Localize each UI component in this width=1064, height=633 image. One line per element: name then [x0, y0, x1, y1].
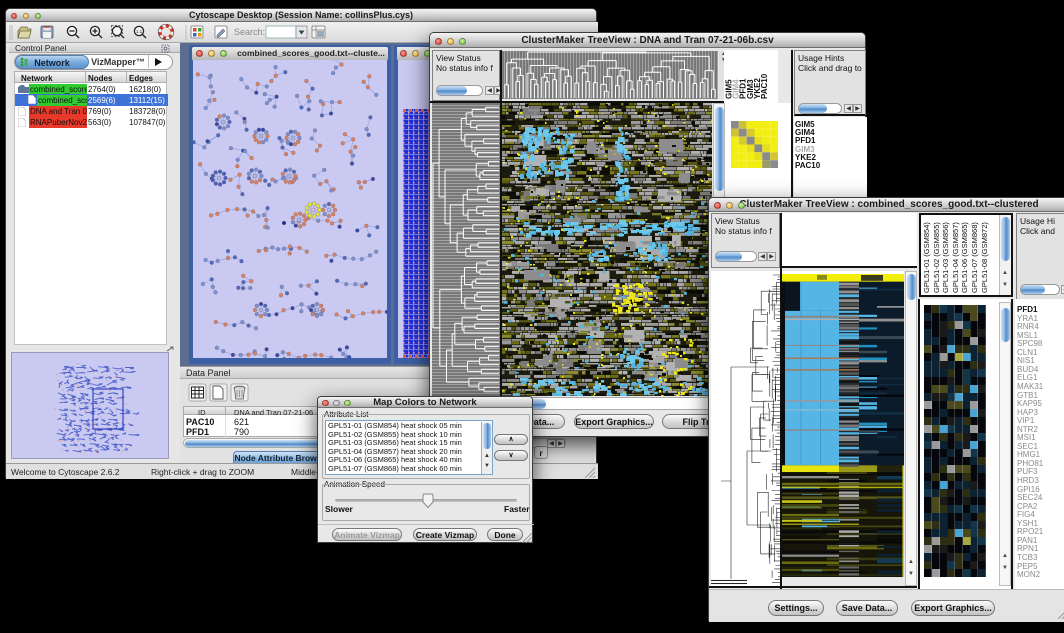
- svg-text:Search:: Search:: [234, 27, 265, 37]
- svg-text:1:1: 1:1: [136, 29, 143, 34]
- svg-text:PAC10: PAC10: [760, 73, 769, 99]
